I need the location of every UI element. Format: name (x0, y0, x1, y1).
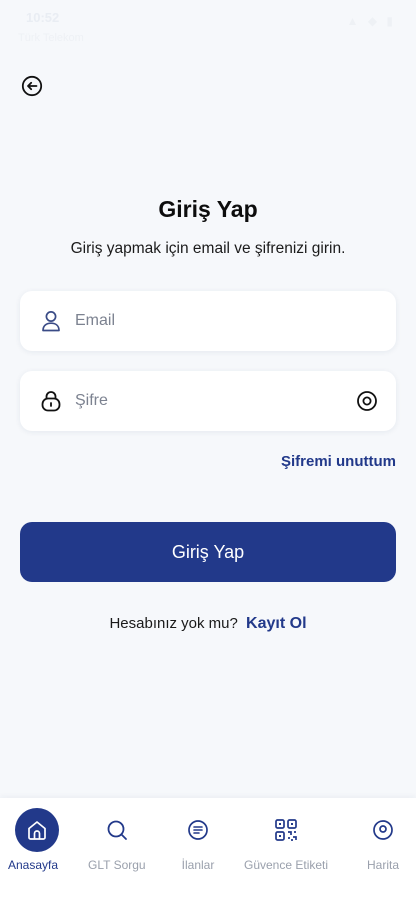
home-icon (15, 808, 59, 852)
nav-item-guvence-etiketi[interactable]: Güvence Etiketi (244, 808, 328, 872)
status-indicators: ▲ ◆ ▮ (346, 14, 396, 28)
qr-code-icon (264, 808, 308, 852)
back-button[interactable] (21, 75, 43, 97)
forgot-password-link[interactable]: Şifremi unuttum (281, 453, 396, 470)
password-field[interactable] (20, 371, 396, 431)
list-icon (176, 808, 220, 852)
register-prompt: Hesabınız yok mu? (109, 615, 238, 632)
lock-icon (40, 390, 62, 412)
nav-label: İlanlar (181, 858, 215, 872)
map-pin-icon (361, 808, 405, 852)
toggle-password-visibility[interactable] (356, 390, 378, 412)
back-arrow-circle-icon (21, 75, 43, 97)
nav-label: Anasayfa (7, 858, 59, 872)
status-time: 10:52 (26, 10, 60, 25)
eye-icon (357, 391, 377, 411)
login-screen: 10:52 Türk Telekom ▲ ◆ ▮ Giriş Yap Giriş… (0, 0, 416, 900)
nav-label: GLT Sorgu (88, 858, 146, 872)
status-bar: 10:52 Türk Telekom ▲ ◆ ▮ (0, 0, 416, 52)
page-subtitle: Giriş yapmak için email ve şifrenizi gir… (70, 240, 346, 257)
nav-item-anasayfa[interactable]: Anasayfa (8, 808, 59, 872)
nav-label: Harita (366, 858, 399, 872)
bottom-navigation: Anasayfa GLT Sorgu İlanlar Güvence Etike… (0, 798, 416, 900)
user-icon (40, 310, 62, 332)
nav-item-harita[interactable]: Harita (361, 808, 405, 872)
status-carrier: Türk Telekom (18, 32, 84, 44)
register-row: Hesabınız yok mu? Kayıt Ol (0, 615, 416, 633)
nav-item-ilanlar[interactable]: İlanlar (176, 808, 220, 872)
password-input[interactable] (75, 381, 356, 421)
login-button[interactable]: Giriş Yap (20, 522, 396, 582)
page-title: Giriş Yap (158, 196, 258, 222)
nav-label: Güvence Etiketi (244, 858, 329, 872)
register-link[interactable]: Kayıt Ol (246, 615, 306, 632)
search-icon (95, 808, 139, 852)
email-input[interactable] (75, 301, 378, 341)
nav-item-glt-sorgu[interactable]: GLT Sorgu (88, 808, 146, 872)
email-field[interactable] (20, 291, 396, 351)
